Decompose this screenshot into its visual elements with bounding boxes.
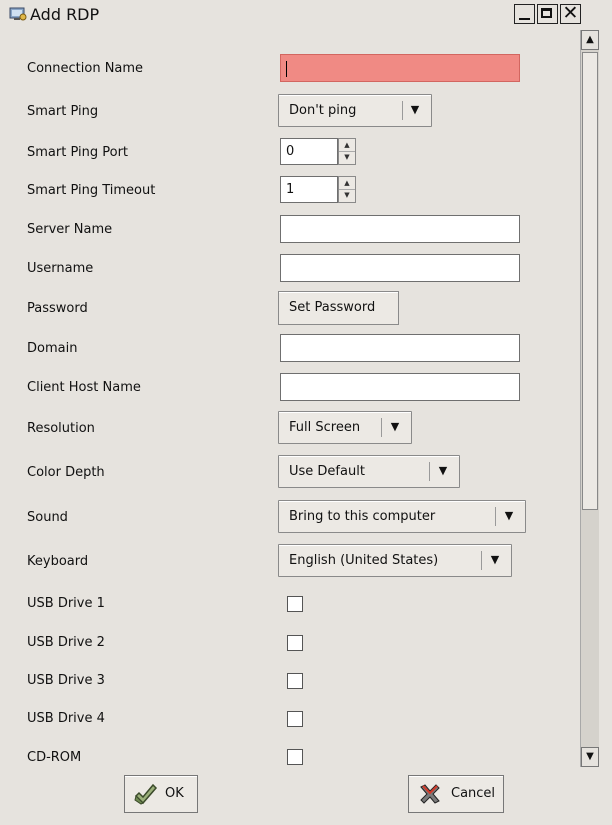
username-input[interactable] — [280, 254, 520, 282]
smart-ping-dropdown[interactable]: Don't ping ▼ — [278, 94, 432, 127]
resolution-label: Resolution — [27, 421, 95, 436]
keyboard-label: Keyboard — [27, 554, 89, 569]
connection-name-label: Connection Name — [27, 61, 144, 76]
dropdown-arrow-icon: ▼ — [410, 103, 420, 116]
connection-name-input[interactable] — [280, 54, 520, 82]
add-rdp-window: Add RDP ✕ Connection Name Smart Ping Don… — [0, 0, 612, 825]
dropdown-arrow-icon[interactable]: ▼ — [487, 553, 503, 566]
server-name-input[interactable] — [280, 215, 520, 243]
usb-drive-2-checkbox[interactable] — [287, 635, 303, 651]
usb-drive-2-label: USB Drive 2 — [27, 635, 105, 650]
cancel-label: Cancel — [451, 786, 496, 801]
maximize-button[interactable] — [537, 4, 558, 24]
cd-rom-label: CD-ROM — [27, 750, 82, 765]
vertical-scrollbar[interactable]: ▲ ▼ — [580, 30, 599, 767]
scroll-down-icon[interactable]: ▼ — [581, 747, 599, 767]
cd-rom-checkbox[interactable] — [287, 749, 303, 765]
username-label: Username — [27, 261, 94, 276]
dropdown-arrow-icon[interactable]: ▼ — [387, 420, 403, 433]
usb-drive-4-checkbox[interactable] — [287, 711, 303, 727]
rdp-icon — [9, 7, 27, 21]
usb-drive-1-checkbox[interactable] — [287, 596, 303, 612]
smart-ping-port-input[interactable]: 0 — [280, 138, 338, 165]
dropdown-arrow-icon[interactable]: ▼ — [501, 509, 517, 522]
ok-label: OK — [165, 786, 184, 801]
domain-label: Domain — [27, 341, 78, 356]
usb-drive-4-label: USB Drive 4 — [27, 711, 105, 726]
sound-dropdown[interactable]: Bring to this computer ▼ — [278, 500, 526, 533]
smart-ping-timeout-label: Smart Ping Timeout — [27, 183, 156, 198]
spin-down-icon[interactable]: ▼ — [339, 189, 355, 201]
client-host-name-input[interactable] — [280, 373, 520, 401]
smart-ping-port-label: Smart Ping Port — [27, 145, 129, 160]
resolution-dropdown[interactable]: Full Screen ▼ — [278, 411, 412, 444]
title-bar: Add RDP ✕ — [0, 0, 612, 28]
set-password-button[interactable]: Set Password — [278, 291, 399, 325]
form-scroll-area: Connection Name Smart Ping Don't ping ▼ … — [0, 30, 580, 767]
keyboard-dropdown[interactable]: English (United States) ▼ — [278, 544, 512, 577]
close-button[interactable]: ✕ — [560, 2, 581, 24]
keyboard-value: English (United States) — [289, 553, 439, 568]
spin-down-icon[interactable]: ▼ — [339, 151, 355, 163]
minimize-button[interactable] — [514, 4, 535, 24]
close-icon: ✕ — [562, 2, 579, 24]
scroll-up-icon[interactable]: ▲ — [581, 30, 599, 50]
resolution-value: Full Screen — [289, 420, 361, 435]
client-host-name-label: Client Host Name — [27, 380, 141, 395]
domain-input[interactable] — [280, 334, 520, 362]
cancel-button[interactable]: Cancel — [408, 775, 504, 813]
ok-icon — [134, 783, 158, 805]
sound-value: Bring to this computer — [289, 509, 436, 524]
scrollbar-thumb[interactable] — [582, 52, 598, 510]
color-depth-value: Use Default — [289, 464, 365, 479]
server-name-label: Server Name — [27, 222, 113, 237]
smart-ping-timeout-spinner[interactable]: 1 ▲ ▼ — [280, 176, 358, 203]
password-label: Password — [27, 301, 88, 316]
maximize-icon — [541, 8, 552, 18]
dialog-footer: OK Cancel — [0, 767, 612, 825]
usb-drive-3-label: USB Drive 3 — [27, 673, 105, 688]
ok-button[interactable]: OK — [124, 775, 198, 813]
minimize-icon — [519, 18, 530, 20]
usb-drive-1-label: USB Drive 1 — [27, 596, 105, 611]
dropdown-arrow-icon[interactable]: ▼ — [435, 464, 451, 477]
usb-drive-3-checkbox[interactable] — [287, 673, 303, 689]
color-depth-label: Color Depth — [27, 465, 105, 480]
cancel-x-icon — [420, 784, 440, 804]
sound-label: Sound — [27, 510, 68, 525]
text-caret — [286, 61, 287, 77]
smart-ping-label: Smart Ping — [27, 104, 99, 119]
color-depth-dropdown[interactable]: Use Default ▼ — [278, 455, 460, 488]
smart-ping-value: Don't ping — [289, 103, 357, 118]
window-title: Add RDP — [30, 5, 100, 24]
smart-ping-timeout-input[interactable]: 1 — [280, 176, 338, 203]
smart-ping-port-spinner[interactable]: 0 ▲ ▼ — [280, 138, 358, 165]
